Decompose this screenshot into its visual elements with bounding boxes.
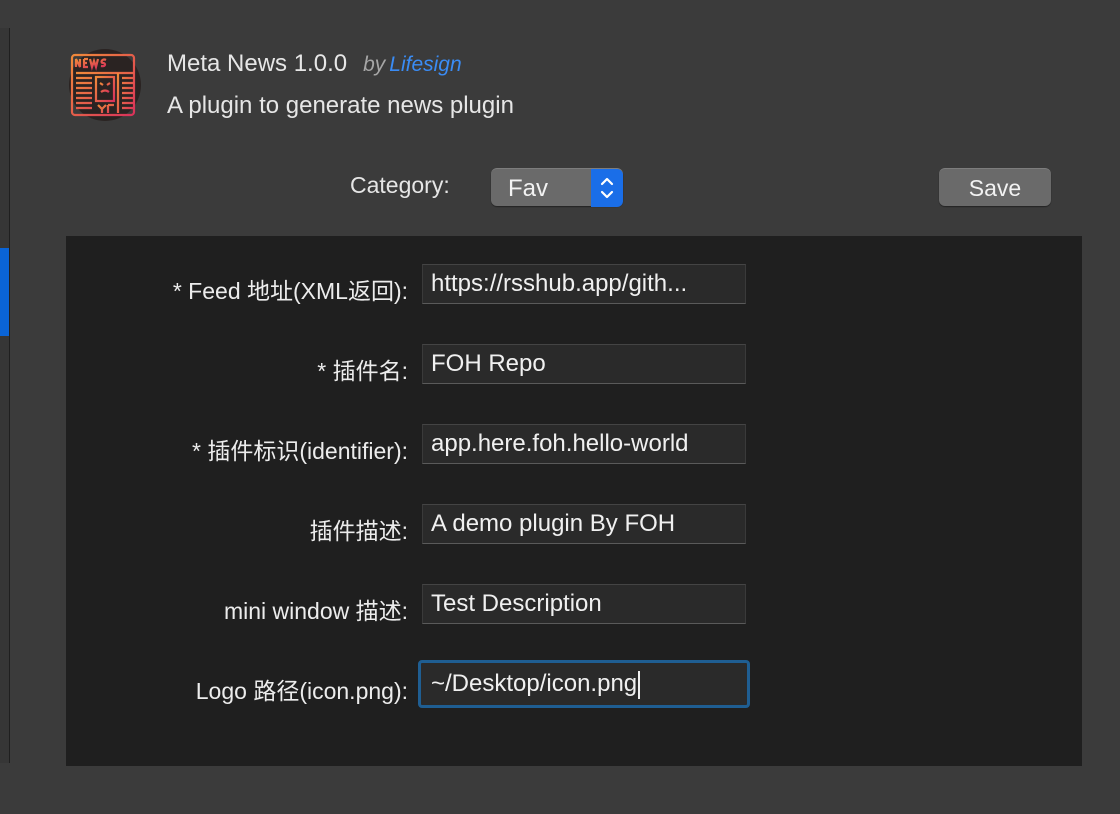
category-select[interactable]: Fav: [491, 168, 623, 207]
plugin-title: Meta News 1.0.0 by Lifesign: [167, 50, 462, 78]
plugin-description: A plugin to generate news plugin: [167, 92, 514, 119]
form-row-feed: * Feed 地址(XML返回): https://rsshub.app/git…: [66, 264, 1082, 306]
plugin-identifier-field[interactable]: app.here.foh.hello-world: [422, 424, 746, 464]
feed-url-field[interactable]: https://rsshub.app/gith...: [422, 264, 746, 304]
plugin-description-field[interactable]: A demo plugin By FOH: [422, 504, 746, 544]
plugin-identifier-label: * 插件标识(identifier):: [192, 438, 408, 464]
mini-window-description-field[interactable]: Test Description: [422, 584, 746, 624]
category-selected-value: Fav: [508, 175, 549, 202]
sidebar-selection-indicator: [0, 248, 9, 336]
logo-path-field[interactable]: ~/Desktop/icon.png: [418, 660, 750, 708]
form-row-name: * 插件名: FOH Repo: [66, 344, 1082, 386]
sidebar-edge: [0, 28, 10, 763]
feed-url-label: * Feed 地址(XML返回):: [172, 278, 408, 304]
form-row-logo: Logo 路径(icon.png): ~/Desktop/icon.png: [66, 660, 1082, 708]
logo-path-value: ~/Desktop/icon.png: [431, 670, 638, 697]
form-row-identifier: * 插件标识(identifier): app.here.foh.hello-w…: [66, 424, 1082, 466]
plugin-description-label: 插件描述:: [309, 518, 408, 544]
logo-path-label: Logo 路径(icon.png):: [195, 678, 408, 704]
plugin-name: Meta News 1.0.0: [167, 50, 348, 77]
category-label: Category:: [350, 172, 450, 198]
form-row-mini-window: mini window 描述: Test Description: [66, 584, 1082, 626]
mini-window-description-label: mini window 描述:: [223, 598, 408, 624]
chevron-up-down-icon: [591, 169, 623, 207]
plugin-name-field[interactable]: FOH Repo: [422, 344, 746, 384]
by-label: by: [363, 53, 386, 76]
form-row-description: 插件描述: A demo plugin By FOH: [66, 504, 1082, 546]
plugin-form: * Feed 地址(XML返回): https://rsshub.app/git…: [66, 236, 1082, 766]
plugin-name-label: * 插件名:: [317, 358, 408, 384]
author-link[interactable]: Lifesign: [389, 53, 461, 76]
text-caret: [638, 670, 641, 699]
save-button[interactable]: Save: [939, 168, 1051, 206]
newspaper-icon: [69, 49, 141, 121]
plugin-settings-window: Meta News 1.0.0 by Lifesign A plugin to ge…: [0, 0, 1120, 814]
